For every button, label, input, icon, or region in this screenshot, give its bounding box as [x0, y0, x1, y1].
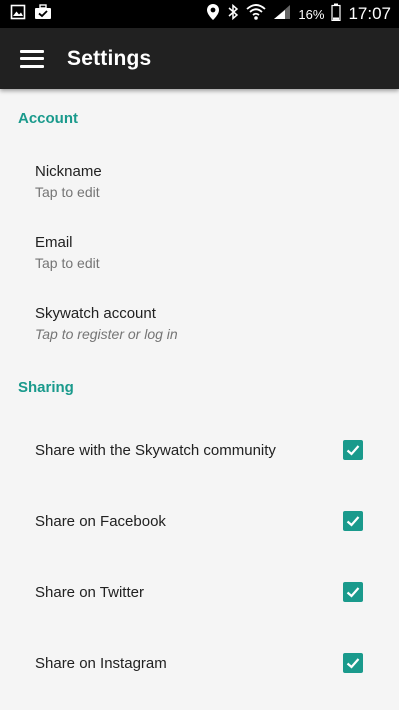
battery-percent: 16%: [298, 6, 325, 22]
status-bar-left: [10, 3, 52, 25]
pref-share-instagram[interactable]: Share on Instagram: [0, 633, 399, 693]
pref-share-community-title: Share with the Skywatch community: [35, 442, 276, 459]
pref-nickname-summary: Tap to edit: [35, 184, 100, 200]
page-title: Settings: [67, 46, 152, 70]
settings-list: Account Nickname Tap to edit Email Tap t…: [0, 89, 399, 710]
checkmark-icon: [346, 445, 360, 456]
wifi-icon: [246, 3, 267, 26]
pref-share-facebook[interactable]: Share on Facebook: [0, 491, 399, 551]
pref-email-title: Email: [35, 234, 73, 251]
checkmark-icon: [346, 587, 360, 598]
pref-skywatch-summary: Tap to register or log in: [35, 326, 178, 342]
section-header-account: Account: [18, 110, 78, 127]
checkbox-share-instagram[interactable]: [343, 653, 363, 673]
pref-skywatch-title: Skywatch account: [35, 305, 156, 322]
location-pin-icon: [206, 3, 220, 26]
app-bar: Settings: [0, 28, 399, 89]
pref-email[interactable]: Email Tap to edit: [0, 224, 399, 284]
checkmark-icon: [346, 516, 360, 527]
battery-icon: [331, 3, 342, 26]
pref-share-facebook-title: Share on Facebook: [35, 513, 166, 530]
pref-share-twitter-title: Share on Twitter: [35, 584, 144, 601]
section-header-sharing: Sharing: [18, 379, 74, 396]
checkbox-share-facebook[interactable]: [343, 511, 363, 531]
briefcase-check-icon: [34, 3, 52, 25]
status-bar: 16% 17:07: [0, 0, 399, 28]
bluetooth-icon: [227, 3, 239, 26]
image-icon: [10, 4, 26, 25]
hamburger-menu-icon[interactable]: [20, 49, 44, 68]
pref-share-instagram-title: Share on Instagram: [35, 655, 167, 672]
pref-share-community[interactable]: Share with the Skywatch community: [0, 420, 399, 480]
pref-email-summary: Tap to edit: [35, 255, 100, 271]
cell-signal-icon: [273, 4, 291, 25]
pref-skywatch-account[interactable]: Skywatch account Tap to register or log …: [0, 295, 399, 355]
status-bar-right: 16% 17:07: [206, 3, 391, 26]
checkmark-icon: [346, 658, 360, 669]
status-time: 17:07: [348, 4, 391, 23]
pref-nickname[interactable]: Nickname Tap to edit: [0, 153, 399, 213]
checkbox-share-community[interactable]: [343, 440, 363, 460]
pref-share-twitter[interactable]: Share on Twitter: [0, 562, 399, 622]
pref-nickname-title: Nickname: [35, 163, 102, 180]
checkbox-share-twitter[interactable]: [343, 582, 363, 602]
